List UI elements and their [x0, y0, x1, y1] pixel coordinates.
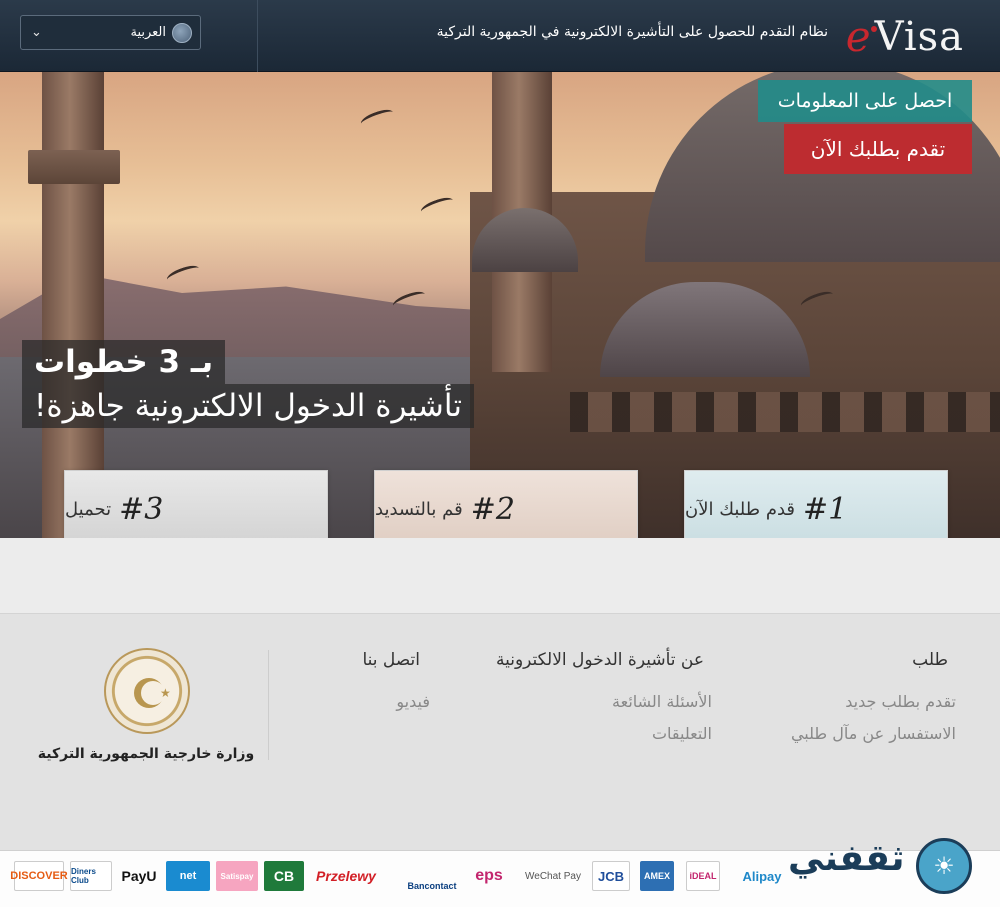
footer-divider	[268, 650, 269, 760]
step-label: تحميل	[65, 498, 112, 520]
star-icon: ★	[160, 686, 171, 700]
hero-minaret-left	[42, 72, 104, 538]
footer-heading-contact: اتصل بنا	[362, 650, 420, 670]
footer: طلب تقدم بطلب جديد الاستفسار عن مآل طلبي…	[0, 614, 1000, 850]
diners-club-logo: Diners Club	[70, 861, 112, 891]
cb-logo: CB	[264, 861, 304, 891]
language-area: ⌄ العربية	[0, 0, 258, 72]
get-info-button[interactable]: احصل على المعلومات	[758, 80, 972, 122]
language-select[interactable]: ⌄ العربية	[20, 15, 201, 50]
language-label: العربية	[130, 25, 166, 40]
ministry-seal-icon[interactable]: ★	[104, 648, 190, 734]
bird-icon	[164, 262, 202, 286]
step-number: #2	[470, 491, 515, 527]
footer-link-application-status[interactable]: الاستفسار عن مآل طلبي	[791, 724, 956, 743]
hero-windows	[570, 392, 1000, 432]
evisa-logo[interactable]: e Visa	[846, 8, 964, 62]
jcb-logo: JCB	[592, 861, 630, 891]
ideal-logo: iDEAL	[686, 861, 720, 891]
step-2-card[interactable]: #2 قم بالتسديد	[374, 470, 638, 538]
globe-icon	[172, 22, 192, 43]
logo-e: e	[845, 12, 871, 61]
footer-link-new-application[interactable]: تقدم بطلب جديد	[845, 692, 956, 711]
apply-now-button[interactable]: تقدم بطلبك الآن	[784, 124, 972, 174]
step-label: قم بالتسديد	[375, 498, 463, 520]
hero-banner: احصل على المعلومات تقدم بطلبك الآن بـ 3 …	[0, 72, 1000, 538]
step-3-card[interactable]: #3 تحميل	[64, 470, 328, 538]
ministry-name: وزارة خارجية الجمهورية التركية	[37, 746, 255, 762]
footer-link-video[interactable]: فيديو	[396, 692, 430, 711]
footer-link-feedback[interactable]: التعليقات	[652, 724, 712, 743]
amex-logo: AMEX	[640, 861, 674, 891]
przelewy-logo: Przelewy	[316, 868, 376, 884]
spacer-band	[0, 538, 1000, 614]
footer-heading-about: عن تأشيرة الدخول الالكترونية	[495, 650, 704, 670]
lightbulb-icon: ☀	[916, 838, 972, 894]
watermark-text: ثقفني	[788, 838, 905, 879]
wechat-pay-logo: WeChat Pay	[525, 870, 581, 882]
bancontact-logo: Bancontact	[407, 881, 457, 891]
step-number: #3	[119, 491, 164, 527]
hero-tagline: بـ 3 خطوات تأشيرة الدخول الالكترونية جاه…	[22, 340, 474, 428]
step-label: قدم طلبك الآن	[685, 498, 796, 520]
step-number: #1	[803, 491, 848, 527]
top-bar: ⌄ العربية نظام التقدم للحصول على التأشير…	[0, 0, 1000, 72]
step-1-card[interactable]: #1 قدم طلبك الآن	[684, 470, 948, 538]
footer-link-faq[interactable]: الأسئلة الشائعة	[612, 692, 712, 711]
eps-logo: eps	[475, 867, 503, 884]
tagline-line2: تأشيرة الدخول الالكترونية جاهزة!	[22, 384, 474, 428]
bird-icon	[418, 194, 456, 218]
hero-minaret-balcony	[28, 150, 120, 184]
net-logo: net	[166, 861, 210, 891]
payu-logo: PayU	[121, 868, 157, 884]
footer-heading-application: طلب	[912, 650, 948, 670]
chevron-down-icon: ⌄	[31, 25, 42, 40]
logo-visa: Visa	[874, 14, 964, 60]
bird-icon	[358, 106, 396, 130]
alipay-logo: Alipay	[742, 868, 782, 884]
page-title: نظام التقدم للحصول على التأشيرة الالكترو…	[436, 24, 828, 40]
tagline-line1: بـ 3 خطوات	[22, 340, 226, 384]
watermark-logo: ثقفني ☀	[784, 836, 988, 896]
discover-logo: DISCOVER	[10, 861, 68, 891]
satispay-logo: Satispay	[216, 861, 258, 891]
